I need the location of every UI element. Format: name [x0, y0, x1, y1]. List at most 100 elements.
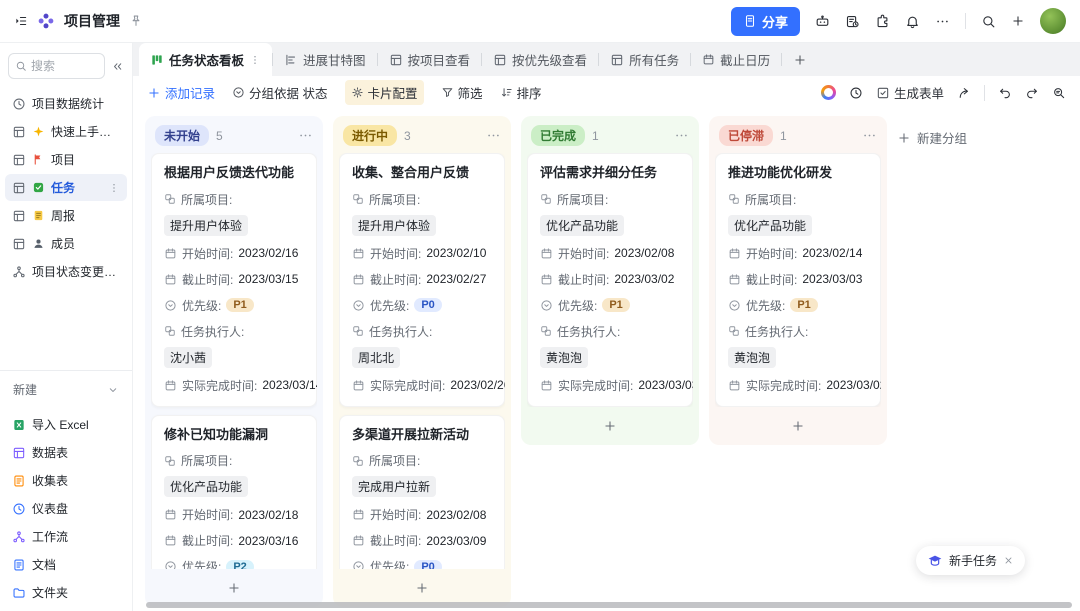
field-label: 开始时间: — [182, 506, 233, 523]
sidebar-item-1[interactable]: 快速上手多维... — [5, 118, 127, 145]
card-field-project: 所属项目: — [352, 452, 492, 469]
table-icon — [12, 209, 26, 223]
close-icon[interactable] — [1003, 555, 1014, 566]
column-more-icon[interactable] — [486, 128, 501, 143]
avatar[interactable] — [1040, 8, 1066, 34]
card-field-priority: 优先级:P1 — [164, 297, 304, 314]
find-in-view-icon[interactable] — [1052, 86, 1066, 100]
column-more-icon[interactable] — [862, 128, 877, 143]
card-title: 多渠道开展拉新活动 — [352, 426, 492, 444]
spark-icon — [32, 125, 45, 138]
tab-menu-icon[interactable] — [249, 54, 261, 66]
generate-form-label: 生成表单 — [894, 83, 944, 102]
item-menu-icon[interactable] — [108, 182, 120, 194]
table-icon — [12, 237, 26, 251]
plus-icon — [603, 419, 617, 433]
card-field-done: 实际完成时间:2023/02/26 — [352, 377, 492, 394]
more-actions-icon[interactable] — [935, 14, 950, 29]
automation-robot-icon[interactable] — [815, 14, 830, 29]
card-field-priority: 优先级:P2 — [164, 558, 304, 569]
sidebar-item-5[interactable]: 成员 — [5, 230, 127, 257]
group-by-icon — [232, 86, 245, 99]
view-tab-3[interactable]: 按优先级查看 — [482, 43, 598, 76]
share-view-icon[interactable] — [957, 86, 971, 100]
sidebar-nav: 项目数据统计快速上手多维...项目任务周报成员项目状态变更提醒 — [0, 89, 132, 286]
clock-icon — [12, 502, 26, 516]
sidebar-new-item-2[interactable]: 收集表 — [5, 467, 127, 494]
generate-form-button[interactable]: 生成表单 — [876, 83, 944, 102]
field-label: 优先级: — [558, 297, 597, 314]
add-view-tab[interactable] — [782, 43, 818, 76]
column-more-icon[interactable] — [674, 128, 689, 143]
table-icon — [610, 53, 624, 67]
filter-button[interactable]: 筛选 — [441, 83, 483, 102]
share-button[interactable]: 分享 — [731, 7, 800, 36]
global-search-icon[interactable] — [981, 14, 996, 29]
new-section-label: 新建 — [13, 381, 37, 398]
kanban-card[interactable]: 根据用户反馈迭代功能所属项目:提升用户体验开始时间:2023/02/16截止时间… — [151, 153, 317, 407]
sidebar-item-label: 工作流 — [32, 528, 68, 545]
group-by-button[interactable]: 分组依据 状态 — [232, 83, 327, 102]
sidebar-new-item-0[interactable]: 导入 Excel — [5, 411, 127, 438]
sidebar-item-3[interactable]: 任务 — [5, 174, 127, 201]
sidebar-toggle-icon[interactable] — [14, 14, 28, 28]
column-more-icon[interactable] — [298, 128, 313, 143]
card-config-button[interactable]: 卡片配置 — [345, 80, 424, 105]
field-label: 任务执行人: — [557, 323, 620, 340]
sidebar-item-4[interactable]: 周报 — [5, 202, 127, 229]
undo-icon[interactable] — [998, 86, 1012, 100]
calendar-icon — [540, 273, 553, 286]
new-group-button[interactable]: 新建分组 — [897, 128, 967, 147]
search-input[interactable] — [31, 59, 98, 73]
kanban-card[interactable]: 修补已知功能漏洞所属项目:优化产品功能开始时间:2023/02/18截止时间:2… — [151, 415, 317, 569]
view-tab-2[interactable]: 按项目查看 — [378, 43, 482, 76]
redo-icon[interactable] — [1025, 86, 1039, 100]
sidebar-item-0[interactable]: 项目数据统计 — [5, 90, 127, 117]
create-new-icon[interactable] — [1011, 14, 1025, 28]
project-tag: 提升用户体验 — [352, 215, 436, 236]
sidebar-item-2[interactable]: 项目 — [5, 146, 127, 173]
sidebar: 项目数据统计快速上手多维...项目任务周报成员项目状态变更提醒 新建 导入 Ex… — [0, 43, 133, 611]
check-green-icon — [32, 181, 45, 194]
collapse-sidebar-icon[interactable] — [111, 60, 124, 73]
sidebar-new-item-1[interactable]: 数据表 — [5, 439, 127, 466]
field-value: 2023/02/08 — [426, 508, 486, 522]
ai-assistant-icon[interactable] — [821, 85, 836, 100]
notification-bell-icon[interactable] — [905, 14, 920, 29]
view-tab-5[interactable]: 截止日历 — [691, 43, 781, 76]
new-section-header[interactable]: 新建 — [0, 371, 132, 400]
sort-label: 排序 — [517, 83, 542, 102]
sidebar-item-label: 导入 Excel — [32, 416, 89, 433]
pin-icon[interactable] — [129, 14, 143, 28]
kanban-card[interactable]: 多渠道开展拉新活动所属项目:完成用户拉新开始时间:2023/02/08截止时间:… — [339, 415, 505, 569]
kanban-card[interactable]: 推进功能优化研发所属项目:优化产品功能开始时间:2023/02/14截止时间:2… — [715, 153, 881, 407]
sidebar-item-6[interactable]: 项目状态变更提醒 — [5, 258, 127, 285]
kanban-column-2: 已完成1评估需求并细分任务所属项目:优化产品功能开始时间:2023/02/08截… — [521, 116, 699, 445]
horizontal-scrollbar[interactable] — [146, 602, 1072, 608]
sort-button[interactable]: 排序 — [500, 83, 542, 102]
sidebar-search-box[interactable] — [8, 53, 105, 79]
kanban-card[interactable]: 评估需求并细分任务所属项目:优化产品功能开始时间:2023/02/08截止时间:… — [527, 153, 693, 407]
add-card-button[interactable] — [339, 575, 505, 601]
newbie-task-pill[interactable]: 新手任务 — [916, 546, 1025, 575]
plugin-icon[interactable] — [875, 14, 890, 29]
add-record-button[interactable]: 添加记录 — [147, 83, 215, 102]
sidebar-new-item-7[interactable]: 从其他数据源... — [5, 607, 127, 611]
sidebar-new-item-4[interactable]: 工作流 — [5, 523, 127, 550]
add-card-button[interactable] — [151, 575, 317, 601]
kanban-card[interactable]: 收集、整合用户反馈所属项目:提升用户体验开始时间:2023/02/10截止时间:… — [339, 153, 505, 407]
view-tab-4[interactable]: 所有任务 — [599, 43, 690, 76]
record-history-icon[interactable] — [845, 14, 860, 29]
sidebar-new-item-3[interactable]: 仪表盘 — [5, 495, 127, 522]
sidebar-item-label: 文件夹 — [32, 584, 68, 601]
field-label: 开始时间: — [746, 245, 797, 262]
add-card-button[interactable] — [527, 413, 693, 439]
kanban-icon — [150, 53, 164, 67]
sidebar-new-item-5[interactable]: 文档 — [5, 551, 127, 578]
view-tab-0[interactable]: 任务状态看板 — [139, 43, 272, 76]
sidebar-new-item-6[interactable]: 文件夹 — [5, 579, 127, 606]
table-icon — [12, 446, 26, 460]
view-tab-1[interactable]: 进展甘特图 — [273, 43, 377, 76]
add-card-button[interactable] — [715, 413, 881, 439]
record-activity-icon[interactable] — [849, 86, 863, 100]
